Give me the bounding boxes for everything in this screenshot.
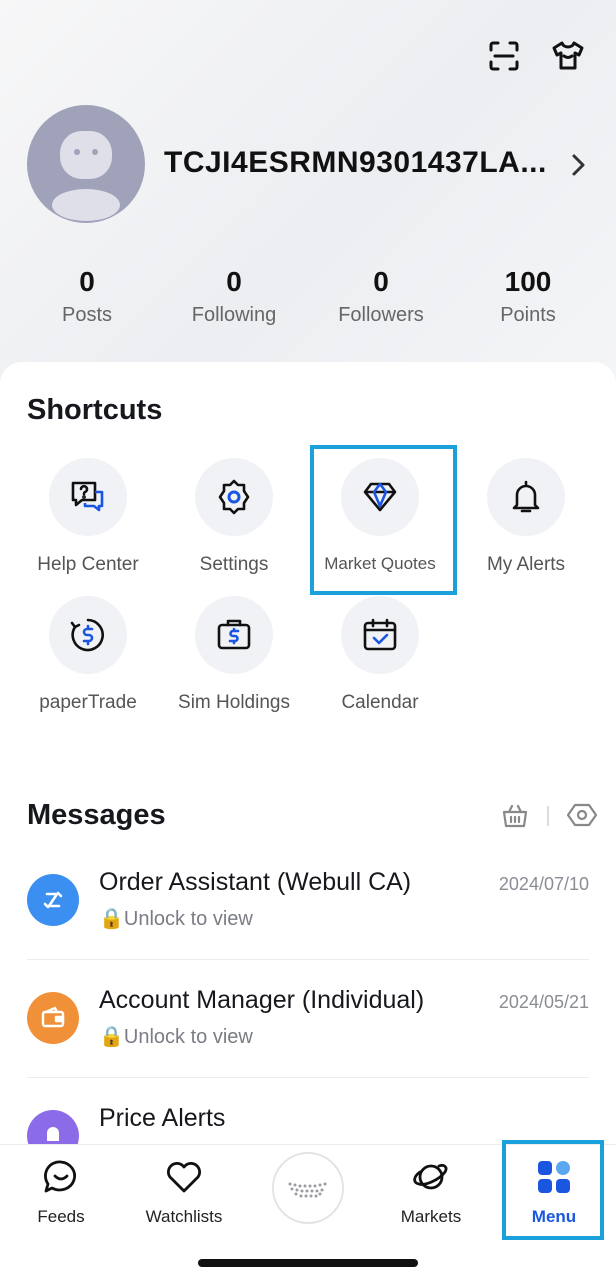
shortcut-label: Settings (199, 554, 269, 575)
chevron-right-icon[interactable] (566, 150, 590, 180)
calendar-check-icon (363, 618, 397, 651)
shortcut-label: paperTrade (39, 692, 137, 713)
message-title: Account Manager (Individual) (99, 986, 425, 1014)
shortcut-circle (49, 458, 127, 536)
stat-value: 0 (79, 266, 95, 297)
divider (27, 1077, 589, 1078)
tab-label: Feeds (37, 1207, 85, 1226)
shortcut-circle (195, 458, 273, 536)
message-date: 2024/05/21 (498, 992, 589, 1012)
messages-title: Messages (27, 799, 166, 831)
tab-label: Markets (400, 1207, 462, 1226)
shortcut-label: My Alerts (486, 554, 566, 575)
highlight-market-quotes (310, 445, 457, 595)
shortcut-settings[interactable]: Settings (161, 458, 307, 576)
shortcut-circle (341, 596, 419, 674)
center-action-button[interactable] (272, 1152, 344, 1224)
message-subtitle: 🔒Unlock to view (99, 1026, 253, 1048)
shortcut-circle (49, 596, 127, 674)
home-indicator (198, 1259, 418, 1267)
shortcut-label: Sim Holdings (178, 692, 290, 713)
heart-icon (167, 1162, 201, 1193)
message-title: Price Alerts (99, 1104, 226, 1132)
message-title: Order Assistant (Webull CA) (99, 868, 412, 896)
shortcut-sim-holdings[interactable]: Sim Holdings (161, 596, 307, 714)
stat-value: 100 (504, 266, 552, 297)
shortcut-calendar[interactable]: Calendar (307, 596, 453, 714)
settings-hexagon-icon[interactable] (566, 800, 598, 830)
scan-icon[interactable] (486, 38, 522, 74)
stat-label: Followers (338, 304, 424, 326)
webull-logo-icon (288, 1182, 327, 1198)
basket-icon[interactable] (500, 800, 530, 830)
shortcut-papertrade[interactable]: paperTrade (15, 596, 161, 714)
shortcut-label: Help Center (37, 554, 139, 575)
stat-value: 0 (226, 266, 242, 297)
username[interactable]: TCJI4ESRMN9301437LA... (164, 146, 547, 180)
wallet-icon (27, 992, 79, 1044)
tab-label: Watchlists (145, 1207, 223, 1226)
shortcut-circle (195, 596, 273, 674)
help-chat-icon (71, 481, 104, 512)
gear-icon (218, 479, 250, 515)
divider (27, 959, 589, 960)
shortcut-label: Calendar (341, 692, 419, 713)
briefcase-dollar-icon (217, 619, 251, 650)
stat-points[interactable]: 100 Points (458, 266, 598, 327)
divider (547, 806, 549, 826)
stat-label: Posts (61, 304, 113, 326)
message-date: 2024/07/10 (498, 874, 589, 894)
avatar[interactable] (27, 105, 145, 223)
tshirt-icon[interactable] (550, 38, 586, 74)
stat-label: Points (500, 304, 556, 326)
shortcut-my-alerts[interactable]: My Alerts (453, 458, 599, 576)
tab-markets[interactable]: Markets (371, 1157, 491, 1227)
planet-icon (413, 1163, 448, 1190)
stat-value: 0 (373, 266, 389, 297)
stat-label: Following (191, 304, 277, 326)
stat-following[interactable]: 0 Following (164, 266, 304, 327)
tab-watchlists[interactable]: Watchlists (124, 1157, 244, 1227)
shortcut-help-center[interactable]: Help Center (15, 458, 161, 576)
feeds-icon (44, 1160, 77, 1193)
bell-icon (512, 480, 540, 513)
stat-posts[interactable]: 0 Posts (17, 266, 157, 327)
shortcut-circle (487, 458, 565, 536)
stat-followers[interactable]: 0 Followers (311, 266, 451, 327)
highlight-menu-tab (502, 1140, 604, 1240)
shortcuts-title: Shortcuts (27, 394, 163, 426)
message-subtitle: 🔒Unlock to view (99, 908, 253, 930)
order-assistant-icon (27, 874, 79, 926)
dollar-refresh-icon (70, 618, 104, 652)
tab-feeds[interactable]: Feeds (1, 1157, 121, 1227)
